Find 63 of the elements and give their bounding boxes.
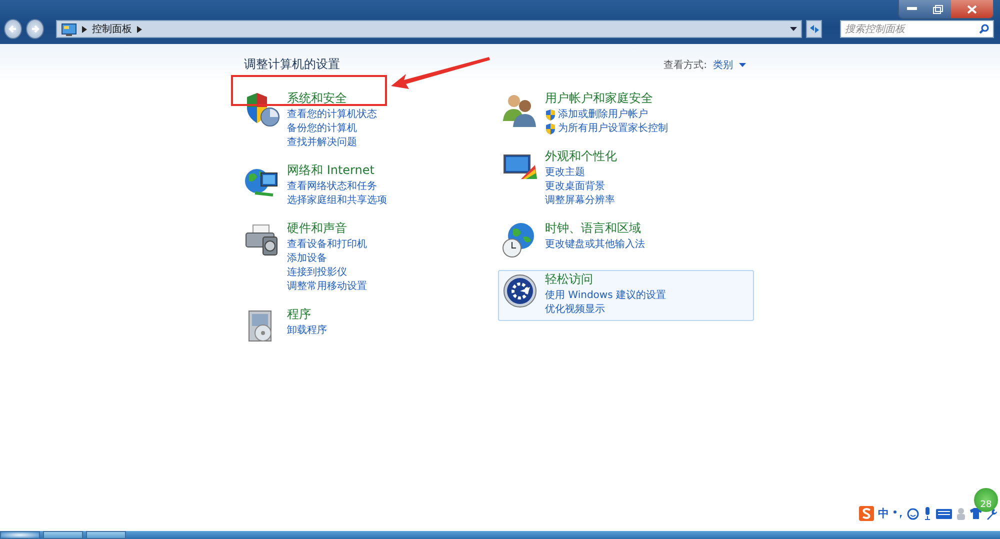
address-bar[interactable]: 控制面板 [56,20,802,38]
task-link[interactable]: 备份您的计算机 [287,122,357,136]
task-link[interactable]: 使用 Windows 建议的设置 [545,289,666,303]
task-link[interactable]: 查看网络状态和任务 [287,180,377,194]
task-link[interactable]: 连接到投影仪 [287,266,347,280]
task-link[interactable]: 选择家庭组和共享选项 [287,194,387,208]
task-link[interactable]: 查找并解决问题 [287,136,357,150]
minimize-icon [907,7,917,11]
category-link[interactable]: 网络和 Internet [287,163,374,177]
task-link[interactable]: 更改桌面背景 [545,180,605,194]
search-icon [979,24,989,34]
input-mode-toggle[interactable]: 中 [878,506,889,521]
task-link[interactable]: 更改键盘或其他输入法 [545,238,645,252]
search-field[interactable]: 搜索控制面板 [840,20,994,38]
close-button[interactable] [951,0,993,18]
task-link[interactable]: 为所有用户设置家长控制 [545,122,668,136]
accessibility-dial-icon [501,272,539,310]
close-icon [967,4,977,14]
category-link[interactable]: 时钟、语言和区域 [545,221,641,235]
view-by-label: 查看方式: [664,58,707,72]
dropdown-arrow-icon [739,62,746,66]
punctuation-icon[interactable] [893,508,903,518]
task-link[interactable]: 添加或删除用户帐户 [545,108,648,122]
keyboard-icon[interactable] [936,508,952,518]
task-link[interactable]: 调整屏幕分辨率 [545,194,615,208]
dropdown-arrow-icon[interactable] [790,27,797,31]
taskbar-button[interactable] [86,531,126,539]
forward-arrow-icon [30,24,40,34]
task-link[interactable]: 更改主题 [545,166,585,180]
task-link[interactable]: 查看您的计算机状态 [287,108,377,122]
task-link[interactable]: 卸载程序 [287,324,327,338]
restore-button[interactable] [925,0,951,18]
category-link[interactable]: 外观和个性化 [545,149,617,163]
s-logo-icon[interactable] [859,506,874,521]
control-panel-icon [60,22,77,36]
forward-button[interactable] [26,19,44,39]
category-link[interactable]: 用户帐户和家庭安全 [545,91,653,105]
microphone-icon[interactable] [923,507,932,520]
category-link[interactable]: 轻松访问 [545,272,593,286]
page-heading: 调整计算机的设置 [244,56,340,73]
start-button[interactable] [0,531,40,539]
smiley-icon[interactable] [907,508,919,520]
back-arrow-icon [8,24,18,34]
category-link[interactable]: 系统和安全 [287,91,347,105]
task-link[interactable]: 查看设备和打印机 [287,238,367,252]
search-input[interactable]: 搜索控制面板 [845,24,979,34]
restore-icon [933,4,943,14]
breadcrumb-item[interactable]: 控制面板 [92,22,132,36]
shirt-icon[interactable] [970,508,982,519]
task-link[interactable]: 优化视频显示 [545,303,605,317]
view-by-dropdown[interactable]: 类别 [713,58,746,72]
refresh-button[interactable] [806,20,822,38]
taskbar-button[interactable] [43,531,83,539]
back-button[interactable] [4,19,22,39]
task-link[interactable]: 调整常用移动设置 [287,280,367,294]
category-link[interactable]: 程序 [287,307,311,321]
refresh-icon [808,24,820,34]
category-link[interactable]: 硬件和声音 [287,221,347,235]
chevron-icon [136,26,142,32]
task-link[interactable]: 添加设备 [287,252,327,266]
minimize-button[interactable] [899,0,925,18]
chevron-icon [82,26,87,32]
count-badge: 28 [974,488,998,512]
